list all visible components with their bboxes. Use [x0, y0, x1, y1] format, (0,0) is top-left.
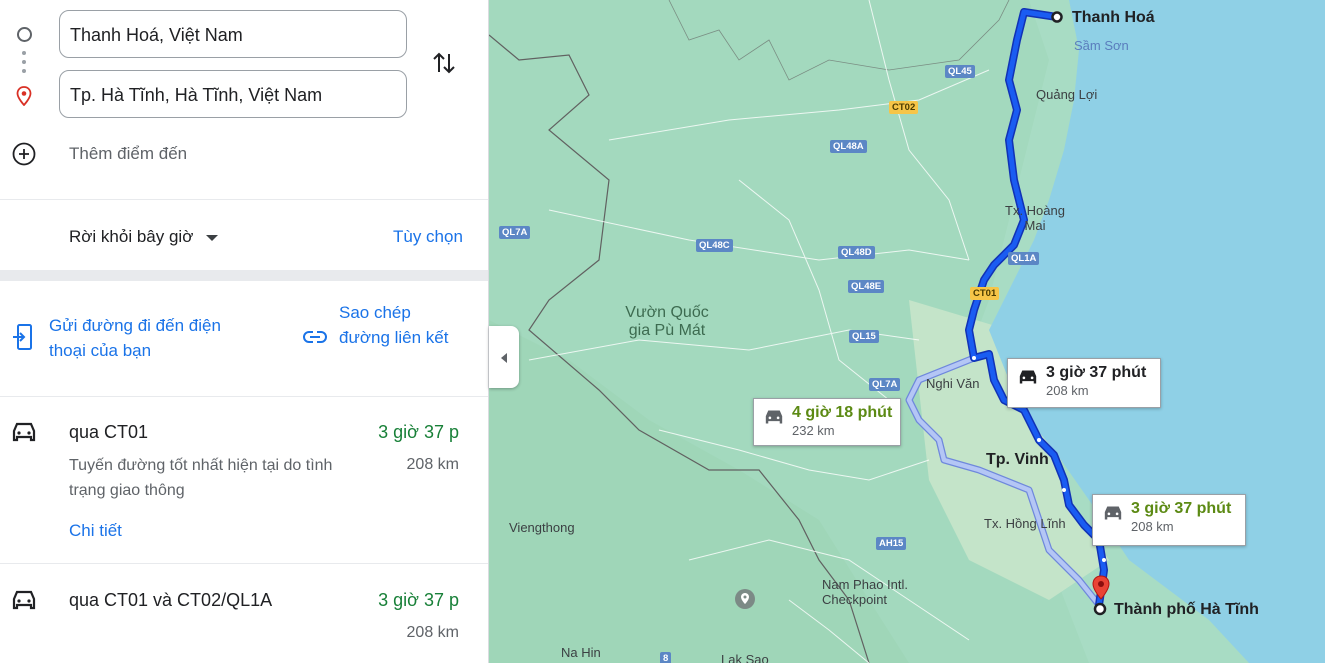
place-pin-icon[interactable] — [734, 588, 756, 610]
callout-distance: 208 km — [1046, 383, 1089, 398]
destination-pin-icon — [16, 86, 32, 106]
map-label-thanh-hoa[interactable]: Thanh Hoá — [1072, 9, 1155, 27]
road-badge: QL48D — [838, 246, 875, 259]
map-label-sam-son[interactable]: Sầm Sơn — [1074, 38, 1129, 53]
map-label-vinh[interactable]: Tp. Vinh — [986, 451, 1049, 469]
caret-down-icon[interactable] — [206, 235, 218, 241]
divider — [0, 563, 488, 564]
map-label-ha-tinh[interactable]: Thành phố Hà Tĩnh — [1114, 601, 1259, 619]
road-badge: QL15 — [849, 330, 879, 343]
swap-icon[interactable] — [431, 48, 457, 78]
route-name: qua CT01 và CT02/QL1A — [69, 590, 273, 610]
callout-duration: 3 giờ 37 phút — [1046, 364, 1147, 381]
section-divider — [0, 270, 488, 281]
road-badge: QL48C — [696, 239, 733, 252]
route-callout-1[interactable]: 3 giờ 37 phút 208 km — [1007, 358, 1161, 408]
callout-duration: 4 giờ 18 phút — [792, 404, 893, 421]
car-icon — [12, 422, 36, 442]
route-name: qua CT01 — [69, 422, 149, 442]
road-badge: QL48E — [848, 280, 885, 293]
chevron-left-icon[interactable] — [501, 353, 507, 363]
road-badge: CT02 — [889, 101, 919, 114]
road-badge: AH15 — [876, 537, 907, 550]
route-distance: 208 km — [406, 456, 459, 473]
destination-point-icon — [1093, 602, 1107, 616]
map-label-hong-linh[interactable]: Tx. Hồng Lĩnh — [984, 516, 1066, 531]
origin-marker-icon[interactable] — [1051, 11, 1063, 23]
options-button[interactable]: Tùy chọn — [393, 227, 463, 247]
route-description: Tuyến đường tốt nhất hiện tại do tình tr… — [69, 457, 333, 499]
car-icon — [1104, 506, 1122, 520]
road-badge: QL45 — [945, 65, 975, 78]
map-label-lak-sao[interactable]: Lak Sao — [721, 652, 769, 663]
route-details-link[interactable]: Chi tiết — [69, 521, 122, 541]
car-icon — [12, 590, 36, 610]
destination-input[interactable]: Tp. Hà Tĩnh, Hà Tĩnh, Việt Nam — [59, 70, 407, 118]
map-label-nam-phao[interactable]: Nam Phao Intl. Checkpoint — [822, 577, 942, 607]
map-label-quang-loi[interactable]: Quảng Lợi — [1036, 87, 1097, 102]
map-label-pu-mat[interactable]: Vườn Quốc gia Pù Mát — [617, 304, 717, 340]
road-badge: QL7A — [869, 378, 901, 391]
add-stop-button[interactable]: Thêm điểm đến — [69, 144, 187, 164]
route-distance: 208 km — [406, 624, 459, 641]
map-label-viengthong[interactable]: Viengthong — [509, 520, 575, 535]
route-callout-2[interactable]: 4 giờ 18 phút 232 km — [753, 398, 901, 446]
divider — [0, 199, 488, 200]
road-badge: QL7A — [499, 226, 531, 239]
route-callout-3[interactable]: 3 giờ 37 phút 208 km — [1092, 494, 1246, 546]
origin-circle-icon — [17, 27, 32, 42]
road-badge: 8 — [660, 652, 672, 663]
route-duration: 3 giờ 37 p — [378, 422, 459, 442]
depart-time-dropdown[interactable]: Rời khỏi bây giờ — [69, 227, 193, 247]
add-stop-icon[interactable] — [12, 142, 36, 166]
car-icon — [765, 410, 783, 424]
link-icon[interactable] — [303, 329, 327, 345]
map-background — [489, 0, 1325, 663]
car-icon — [1019, 370, 1037, 384]
map-label-hoang-mai[interactable]: Tx. Hoàng Mai — [1000, 203, 1070, 233]
copy-link-button[interactable]: Sao chép đường liên kết — [339, 300, 459, 350]
destination-marker-icon[interactable] — [1091, 575, 1111, 603]
route-dots-icon — [22, 51, 26, 78]
origin-input[interactable]: Thanh Hoá, Việt Nam — [59, 10, 407, 58]
road-badge: QL48A — [830, 140, 867, 153]
collapse-panel-button[interactable] — [489, 326, 519, 388]
callout-distance: 208 km — [1131, 519, 1174, 534]
callout-duration: 3 giờ 37 phút — [1131, 500, 1232, 517]
route-duration: 3 giờ 37 p — [378, 590, 459, 610]
map-canvas[interactable]: Thanh Hoá Sầm Sơn Quảng Lợi Tx. Hoàng Ma… — [489, 0, 1325, 663]
divider — [0, 396, 488, 397]
road-badge: QL1A — [1008, 252, 1040, 265]
road-badge: CT01 — [970, 287, 1000, 300]
directions-panel: Thanh Hoá, Việt Nam Tp. Hà Tĩnh, Hà Tĩnh… — [0, 0, 489, 663]
callout-distance: 232 km — [792, 423, 835, 438]
send-to-phone-icon[interactable] — [12, 323, 34, 351]
map-label-nghi-van[interactable]: Nghi Văn — [926, 376, 979, 391]
send-to-phone-link[interactable]: Gửi đường đi đến điện thoại của bạn — [49, 313, 249, 363]
map-label-na-hin[interactable]: Na Hin — [561, 645, 601, 660]
